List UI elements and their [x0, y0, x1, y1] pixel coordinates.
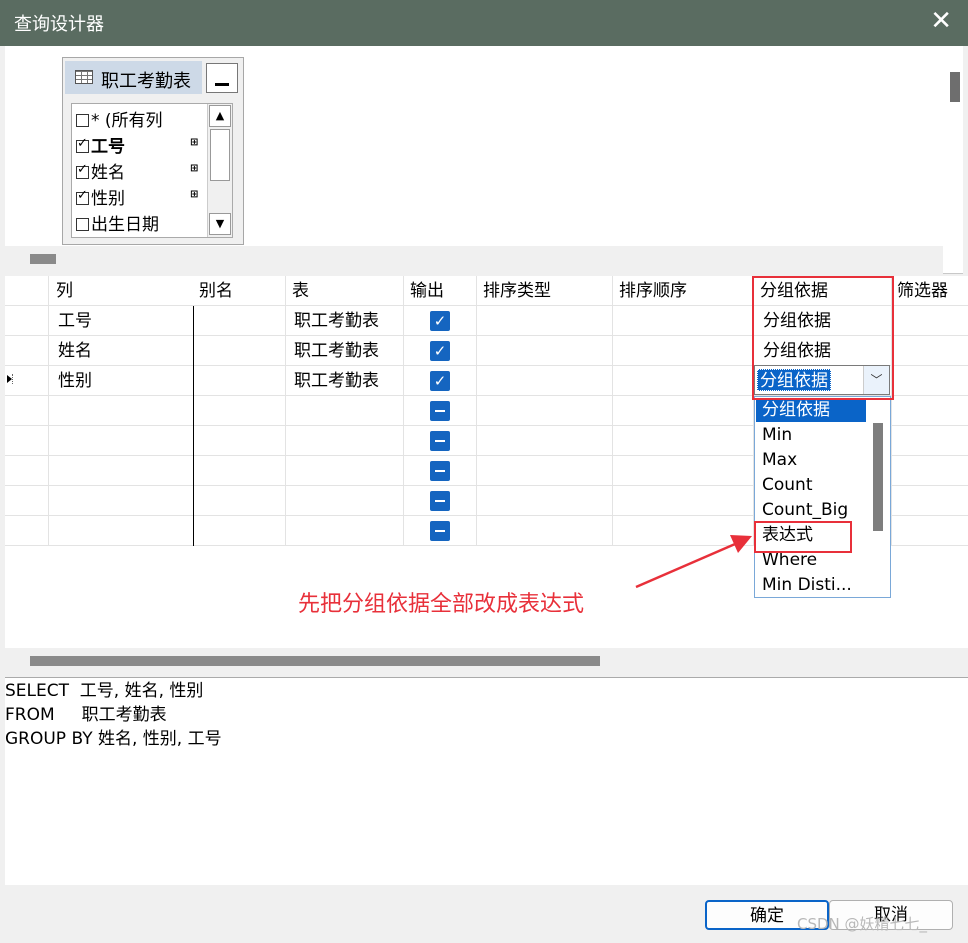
scroll-down-icon[interactable]: ▼ [209, 213, 231, 235]
dropdown-option-count-big[interactable]: Count_Big [756, 498, 866, 522]
cell-table[interactable]: 职工考勤表 [294, 336, 379, 366]
field-label: 出生日期 [91, 215, 159, 234]
header-column[interactable]: 列 [52, 276, 192, 306]
header-group-by[interactable]: 分组依据 [756, 276, 892, 306]
group-by-icon: ⊞ [190, 189, 199, 200]
header-table[interactable]: 表 [288, 276, 403, 306]
dropdown-option-group-by[interactable]: 分组依据 [756, 398, 866, 422]
cell-group-by[interactable]: 分组依据 [763, 336, 831, 366]
annotation-arrow-icon [635, 535, 752, 589]
diagram-vscroll-thumb[interactable] [950, 72, 960, 102]
cell-group-by[interactable]: 分组依据 [763, 306, 831, 336]
table-name: 职工考勤表 [101, 71, 191, 92]
field-checkbox[interactable] [76, 136, 89, 153]
field-label: 工号 [91, 137, 125, 156]
output-checkbox[interactable] [430, 401, 450, 421]
sql-line-select: SELECT 工号, 姓名, 性别 [5, 681, 204, 701]
cell-table[interactable]: 职工考勤表 [294, 366, 379, 396]
watermark: CSDN @妖精七七_ [797, 915, 928, 933]
field-item-xingbie[interactable]: 性别 ⊞ [76, 184, 216, 208]
sql-line-group-by: GROUP BY 姓名, 性别, 工号 [5, 729, 222, 749]
grid-line [612, 276, 613, 546]
group-by-icon: ⊞ [190, 163, 199, 174]
header-output[interactable]: 输出 [406, 276, 476, 306]
output-checkbox[interactable] [430, 431, 450, 451]
title-bar: 查询设计器 ✕ [0, 0, 968, 46]
field-item-all[interactable]: * (所有列 [76, 106, 216, 130]
field-checkbox[interactable] [76, 188, 89, 205]
grid-line [285, 276, 286, 546]
field-checkbox[interactable] [76, 218, 89, 231]
field-item-xingming[interactable]: 姓名 ⊞ [76, 158, 216, 182]
header-alias[interactable]: 别名 [195, 276, 285, 306]
field-list-scrollbar[interactable]: ▲ ▼ [207, 104, 232, 237]
grid-hscroll-thumb[interactable] [30, 656, 600, 666]
sql-pane[interactable]: SELECT 工号, 姓名, 性别 FROM 职工考勤表 GROUP BY 姓名… [5, 677, 968, 885]
output-checkbox[interactable] [430, 491, 450, 511]
output-checkbox[interactable]: ✓ [430, 371, 450, 391]
field-list[interactable]: * (所有列 工号 ⊞ 姓名 ⊞ 性别 ⊞ 出生日期 ▲ ▼ [71, 103, 233, 238]
annotation-text: 先把分组依据全部改成表达式 [298, 592, 585, 617]
group-by-dropdown[interactable]: 分组依据 Min Max Count Count_Big 表达式 Where M… [754, 396, 891, 598]
output-checkbox[interactable] [430, 521, 450, 541]
group-by-icon: ⊞ [190, 137, 199, 148]
window-title: 查询设计器 [14, 14, 104, 35]
cell-column[interactable]: 姓名 [58, 336, 92, 366]
table-icon [75, 70, 93, 84]
scroll-thumb[interactable] [210, 129, 230, 181]
field-item-birthdate[interactable]: 出生日期 [76, 210, 216, 234]
dropdown-option-expression[interactable]: 表达式 [756, 523, 866, 547]
field-label: 姓名 [91, 163, 125, 182]
output-checkbox[interactable]: ✓ [430, 311, 450, 331]
minimize-button[interactable] [206, 63, 238, 93]
dropdown-option-where[interactable]: Where [756, 548, 866, 572]
grid-line [48, 276, 49, 546]
scroll-up-icon[interactable]: ▲ [209, 105, 231, 127]
dropdown-option-count[interactable]: Count [756, 473, 866, 497]
cell-column[interactable]: 工号 [58, 306, 92, 336]
grid-line [193, 306, 194, 546]
grid-line [403, 276, 404, 546]
table-header[interactable]: 职工考勤表 [65, 61, 202, 94]
combo-selected-value[interactable]: 分组依据 [757, 369, 831, 391]
close-icon[interactable]: ✕ [930, 6, 952, 36]
field-label: 性别 [91, 189, 125, 208]
output-checkbox[interactable] [430, 461, 450, 481]
grid-hscrollbar[interactable] [5, 648, 968, 676]
dropdown-option-min[interactable]: Min [756, 423, 866, 447]
dropdown-option-max[interactable]: Max [756, 448, 866, 472]
cell-column[interactable]: 性别 [58, 366, 92, 396]
header-sort-order[interactable]: 排序顺序 [615, 276, 753, 306]
diagram-hscroll-thumb[interactable] [30, 254, 56, 264]
field-label: * (所有列 [91, 111, 163, 130]
table-widget[interactable]: 职工考勤表 * (所有列 工号 ⊞ 姓名 ⊞ 性别 ⊞ 出生日期 ▲ [62, 57, 244, 245]
field-checkbox[interactable] [76, 162, 89, 179]
chevron-down-icon[interactable]: ﹀ [863, 366, 889, 394]
diagram-pane[interactable]: 职工考勤表 * (所有列 工号 ⊞ 姓名 ⊞ 性别 ⊞ 出生日期 ▲ [5, 46, 963, 274]
grid-line [891, 276, 892, 546]
field-checkbox[interactable] [76, 114, 89, 127]
dropdown-option-min-distinct[interactable]: Min Disti... [756, 573, 866, 597]
header-sort-type[interactable]: 排序类型 [479, 276, 612, 306]
grid-line [476, 276, 477, 546]
output-checkbox[interactable]: ✓ [430, 341, 450, 361]
dropdown-scroll-thumb[interactable] [873, 423, 883, 531]
header-filter[interactable]: 筛选器 [893, 276, 968, 306]
cell-table[interactable]: 职工考勤表 [294, 306, 379, 336]
row-indicator [12, 374, 16, 384]
group-by-combobox[interactable]: 分组依据 ﹀ [754, 365, 890, 395]
diagram-hscrollbar[interactable] [5, 246, 943, 274]
field-item-gonghao[interactable]: 工号 ⊞ [76, 132, 216, 156]
sql-line-from: FROM 职工考勤表 [5, 705, 167, 725]
